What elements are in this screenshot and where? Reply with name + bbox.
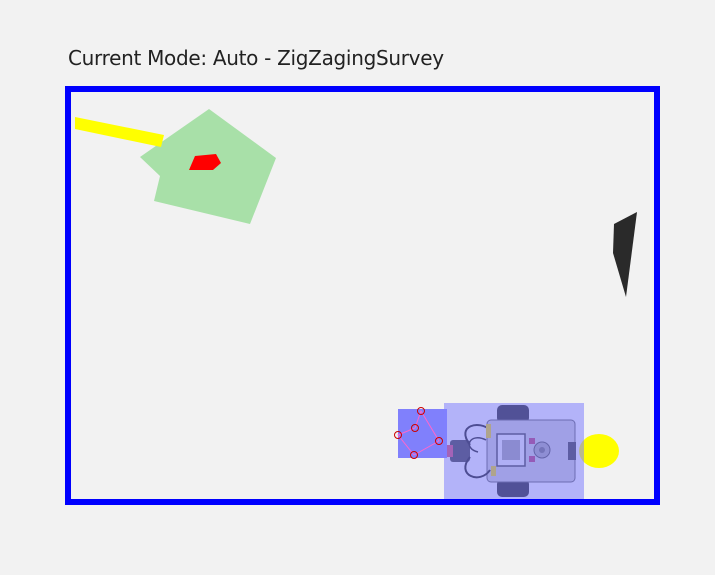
arena-canvas[interactable] (0, 0, 715, 575)
robot[interactable] (444, 403, 584, 499)
robot-bounding-box (444, 403, 584, 499)
obstacle-shape (613, 212, 637, 297)
light-beam (75, 117, 164, 147)
robot-light (579, 434, 619, 468)
survey-window: Current Mode: Auto - ZigZagingSurvey (0, 0, 715, 575)
